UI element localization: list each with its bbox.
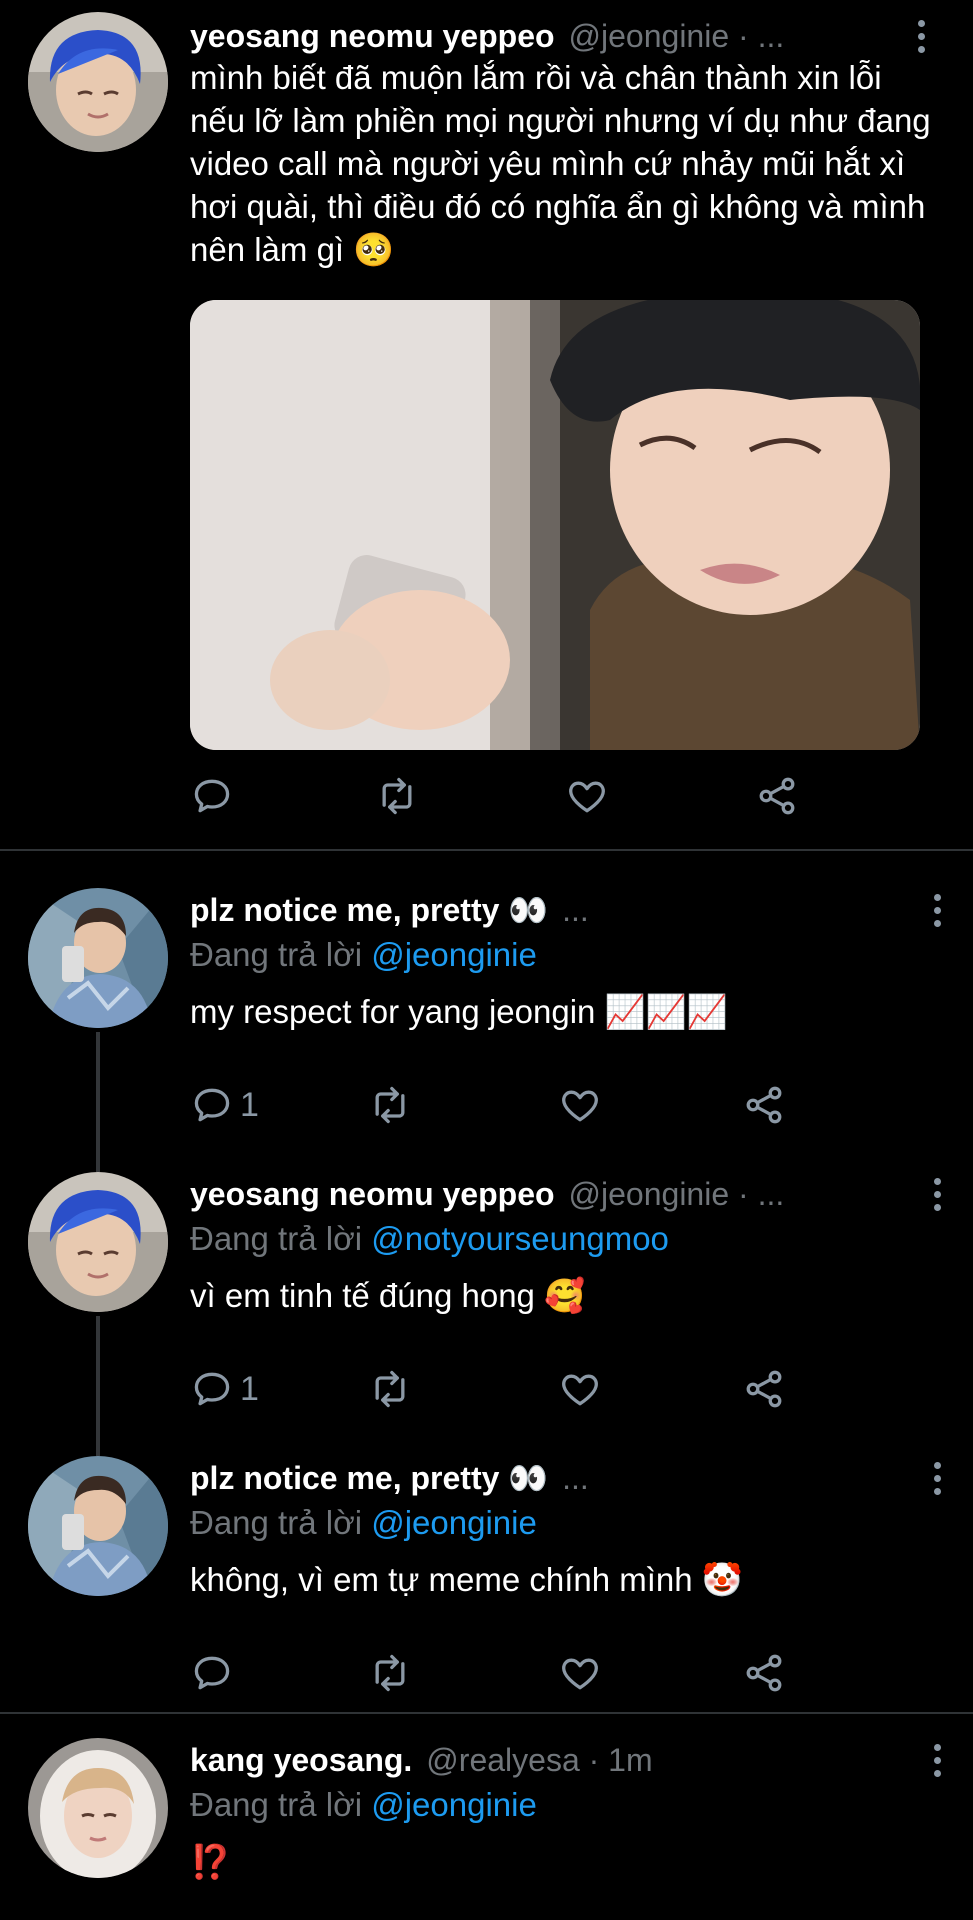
retweet-button[interactable] <box>368 1363 412 1415</box>
avatar[interactable] <box>28 1172 168 1312</box>
avatar[interactable] <box>28 888 168 1028</box>
retweet-icon <box>375 1370 405 1408</box>
tweet-actions <box>190 1647 790 1699</box>
retweet-icon <box>382 777 412 815</box>
handle[interactable]: @jeonginie · ... <box>569 1176 785 1213</box>
tweet-header: yeosang neomu yeppeo @jeonginie · ... <box>190 1172 933 1216</box>
retweet-button[interactable] <box>368 1647 412 1699</box>
like-button[interactable] <box>558 1363 602 1415</box>
display-name[interactable]: plz notice me, pretty 👀 <box>190 1459 548 1497</box>
replying-to: Đang trả lời @jeonginie <box>190 1500 933 1546</box>
handle[interactable]: @realyesa · 1m <box>426 1742 652 1779</box>
reply-button[interactable]: 1 <box>190 1363 259 1415</box>
reply-icon <box>194 1372 230 1406</box>
replying-to: Đang trả lời @jeonginie <box>190 932 933 978</box>
tweet-media-image[interactable] <box>190 300 920 750</box>
tweet-main: yeosang neomu yeppeo @jeonginie · ... mì… <box>0 0 973 845</box>
retweet-button[interactable] <box>368 1079 412 1131</box>
tweet-reply: plz notice me, pretty 👀 ... Đang trả lời… <box>0 1456 973 1706</box>
share-button[interactable] <box>742 1079 786 1131</box>
replying-label: Đang trả lời <box>190 936 363 973</box>
replying-to: Đang trả lời @notyourseungmoo <box>190 1216 933 1262</box>
retweet-icon <box>375 1654 405 1692</box>
mention-link[interactable]: @jeonginie <box>371 1786 537 1823</box>
share-icon <box>759 777 795 815</box>
tweet-reply: yeosang neomu yeppeo @jeonginie · ... Đa… <box>0 1172 973 1422</box>
tweet-header: kang yeosang. @realyesa · 1m <box>190 1738 933 1782</box>
tweet-header: plz notice me, pretty 👀 ... <box>190 888 933 932</box>
retweet-button[interactable] <box>375 770 419 822</box>
share-button[interactable] <box>742 1363 786 1415</box>
mention-link[interactable]: @notyourseungmoo <box>371 1220 669 1257</box>
more-options-icon[interactable] <box>901 14 941 58</box>
more-options-icon[interactable] <box>917 1738 957 1782</box>
display-name[interactable]: yeosang neomu yeppeo <box>190 18 555 55</box>
like-button[interactable] <box>558 1647 602 1699</box>
replying-to: Đang trả lời @jeonginie <box>190 1782 933 1828</box>
replying-label: Đang trả lời <box>190 1786 363 1823</box>
share-icon <box>746 1086 782 1124</box>
avatar[interactable] <box>28 12 168 152</box>
replying-label: Đang trả lời <box>190 1504 363 1541</box>
retweet-icon <box>375 1086 405 1124</box>
tweet-text: không, vì em tự meme chính mình 🤡 <box>190 1561 743 1598</box>
tweet-actions: 1 <box>190 1079 790 1131</box>
tweet-header: plz notice me, pretty 👀 ... <box>190 1456 933 1500</box>
reply-button[interactable] <box>190 1647 240 1699</box>
tweet-reply: plz notice me, pretty 👀 ... Đang trả lời… <box>0 888 973 1138</box>
reply-button[interactable]: 1 <box>190 1079 259 1131</box>
handle[interactable]: ... <box>562 892 589 929</box>
more-options-icon[interactable] <box>917 888 957 932</box>
replying-label: Đang trả lời <box>190 1220 363 1257</box>
share-button[interactable] <box>755 770 799 822</box>
like-button[interactable] <box>565 770 609 822</box>
display-name[interactable]: yeosang neomu yeppeo <box>190 1176 555 1213</box>
reply-icon <box>194 1088 230 1122</box>
tweet-header: yeosang neomu yeppeo @jeonginie · ... <box>190 14 933 58</box>
divider <box>0 849 973 851</box>
reply-count: 1 <box>240 1369 259 1408</box>
tweet-text: vì em tinh tế đúng hong 🥰 <box>190 1277 586 1314</box>
share-icon <box>746 1654 782 1692</box>
share-button[interactable] <box>742 1647 786 1699</box>
reply-count: 1 <box>240 1085 259 1124</box>
handle[interactable]: @jeonginie · ... <box>569 18 785 55</box>
mention-link[interactable]: @jeonginie <box>371 936 537 973</box>
more-options-icon[interactable] <box>917 1172 957 1216</box>
avatar[interactable] <box>28 1738 168 1878</box>
like-button[interactable] <box>558 1079 602 1131</box>
tweet-actions <box>190 770 795 822</box>
tweet-text: mình biết đã muộn lắm rồi và chân thành … <box>190 59 931 268</box>
more-options-icon[interactable] <box>917 1456 957 1500</box>
divider <box>0 1712 973 1714</box>
avatar[interactable] <box>28 1456 168 1596</box>
heart-icon <box>562 1374 598 1406</box>
heart-icon <box>569 781 605 813</box>
tweet-actions: 1 <box>190 1363 790 1415</box>
tweet-text: my respect for yang jeongin 📈📈📈 <box>190 993 728 1030</box>
reply-icon <box>194 779 230 813</box>
reply-button[interactable] <box>190 770 240 822</box>
share-icon <box>746 1370 782 1408</box>
display-name[interactable]: kang yeosang. <box>190 1742 412 1779</box>
display-name[interactable]: plz notice me, pretty 👀 <box>190 891 548 929</box>
reply-icon <box>194 1656 230 1690</box>
tweet-text: ⁉️ <box>190 1843 232 1880</box>
heart-icon <box>562 1090 598 1122</box>
mention-link[interactable]: @jeonginie <box>371 1504 537 1541</box>
tweet-reply: kang yeosang. @realyesa · 1m Đang trả lờ… <box>0 1738 973 1920</box>
heart-icon <box>562 1658 598 1690</box>
handle[interactable]: ... <box>562 1460 589 1497</box>
